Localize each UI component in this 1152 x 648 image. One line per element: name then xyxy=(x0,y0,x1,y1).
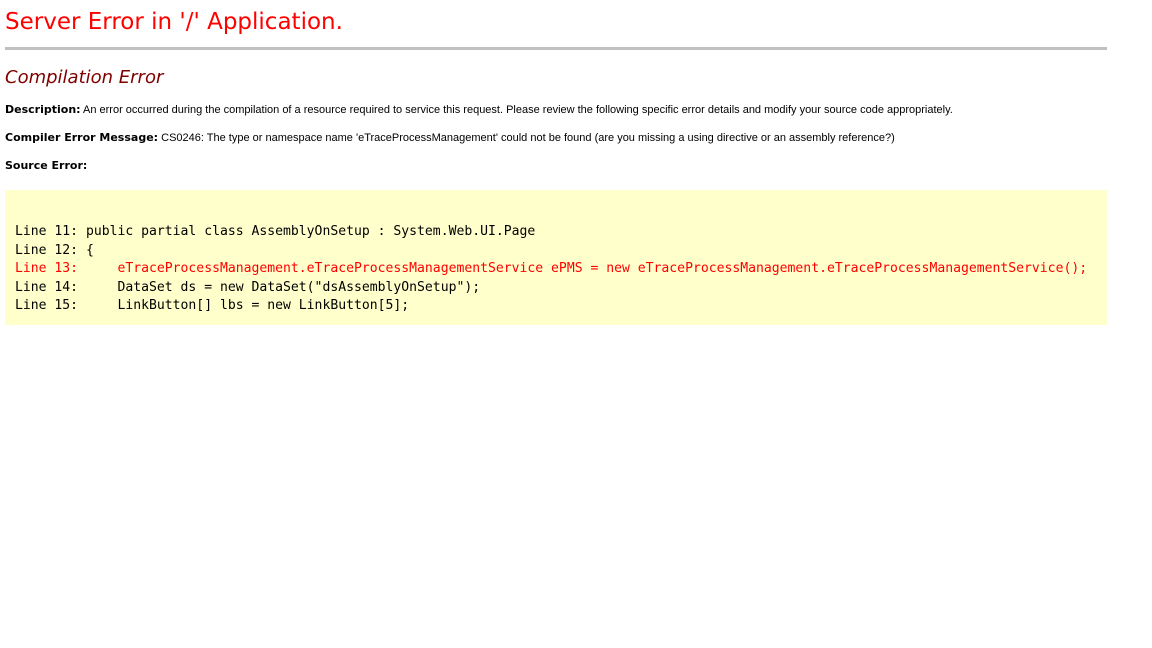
page-title: Server Error in '/' Application. xyxy=(5,9,343,35)
source-line: Line 12: { xyxy=(15,242,94,258)
compiler-error-paragraph: Compiler Error Message: CS0246: The type… xyxy=(5,131,1152,145)
source-line-error: Line 13: eTraceProcessManagement.eTraceP… xyxy=(15,261,1088,276)
source-error-label: Source Error: xyxy=(5,159,88,172)
error-page: Server Error in '/' Application. Compila… xyxy=(0,0,1152,648)
source-line: Line 15: LinkButton[] lbs = new LinkButt… xyxy=(15,298,410,313)
description-paragraph: Description: An error occurred during th… xyxy=(5,103,1152,117)
source-line: Line 11: public partial class AssemblyOn… xyxy=(15,224,536,239)
compiler-error-text: CS0246: The type or namespace name 'eTra… xyxy=(158,132,895,144)
source-error-paragraph: Source Error: xyxy=(5,159,1152,173)
description-label: Description: xyxy=(5,103,81,116)
description-text: An error occurred during the compilation… xyxy=(80,104,953,116)
source-code: Line 11: public partial class AssemblyOn… xyxy=(15,223,1087,316)
source-code-box: Line 11: public partial class AssemblyOn… xyxy=(5,190,1107,325)
source-line: Line 14: DataSet ds = new DataSet("dsAss… xyxy=(15,279,481,295)
error-type-heading: Compilation Error xyxy=(5,67,164,88)
compiler-error-label: Compiler Error Message: xyxy=(5,131,159,144)
